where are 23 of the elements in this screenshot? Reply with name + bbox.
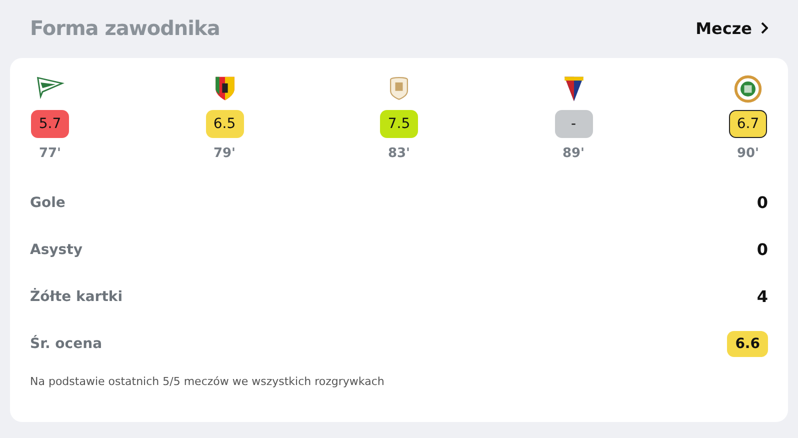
rating-badge: 5.7	[31, 110, 69, 138]
average-rating-badge: 6.6	[727, 330, 768, 356]
stat-value: 4	[756, 287, 768, 306]
matches-link[interactable]: Mecze	[696, 18, 768, 38]
stat-value: 0	[756, 193, 768, 212]
stat-label: Gole	[30, 194, 66, 210]
team-crest-icon	[733, 74, 763, 104]
minutes-played: 90'	[736, 146, 760, 161]
rating-badge: 6.5	[206, 110, 244, 138]
stat-label: Asysty	[30, 242, 82, 258]
rating-badge: 7.5	[380, 110, 418, 138]
minutes-played: 83'	[388, 146, 410, 161]
rating-badge: 6.7	[729, 110, 767, 138]
chevron-right-icon	[760, 22, 768, 34]
rating-badge: -	[554, 110, 592, 138]
minutes-played: 77'	[38, 146, 62, 161]
minutes-played: 79'	[213, 146, 236, 161]
minutes-played: 89'	[562, 146, 585, 161]
section-title: Forma zawodnika	[30, 16, 220, 40]
footnote: Na podstawie ostatnich 5/5 meczów we wszystkich rozgrywkach	[30, 375, 386, 388]
stat-label: Śr. ocena	[30, 336, 102, 352]
stat-value: 0	[756, 240, 768, 259]
stat-label: Żółte kartki	[30, 288, 122, 304]
